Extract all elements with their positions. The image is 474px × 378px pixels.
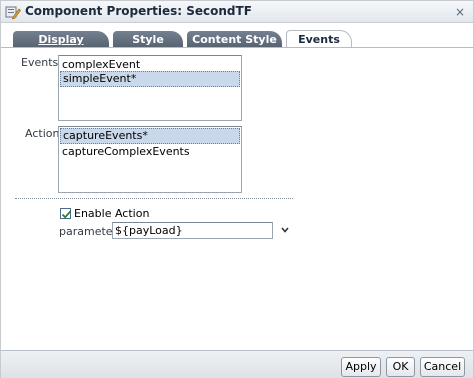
tab-divider bbox=[1, 47, 473, 48]
tab-content-style[interactable]: Content Style bbox=[187, 31, 282, 48]
list-item[interactable]: simpleEvent* bbox=[60, 71, 240, 87]
title-bar[interactable]: Component Properties: SecondTF × bbox=[1, 1, 473, 23]
checkmark-icon bbox=[61, 210, 72, 219]
tab-style[interactable]: Style bbox=[113, 31, 183, 48]
ok-button-label: OK bbox=[392, 360, 409, 373]
action-label: Action bbox=[25, 127, 60, 140]
apply-button[interactable]: Apply bbox=[341, 357, 381, 377]
tab-style-label: Style bbox=[132, 33, 164, 46]
properties-dialog: Component Properties: SecondTF × Display… bbox=[0, 0, 474, 378]
events-label: Events bbox=[21, 56, 59, 69]
enable-action-label[interactable]: Enable Action bbox=[74, 207, 149, 220]
list-item[interactable]: captureComplexEvents bbox=[60, 144, 240, 160]
tab-events[interactable]: Events bbox=[286, 30, 352, 48]
enable-action-checkbox[interactable] bbox=[60, 208, 72, 219]
parameter-input[interactable]: ${payLoad} bbox=[112, 222, 273, 239]
properties-icon bbox=[5, 4, 21, 20]
parameter-label: parameter bbox=[59, 225, 118, 238]
tab-events-label: Events bbox=[298, 33, 340, 46]
events-listbox[interactable]: complexEvent simpleEvent* bbox=[58, 55, 242, 121]
cancel-button-label: Cancel bbox=[423, 360, 462, 373]
section-divider bbox=[15, 198, 293, 199]
cancel-button[interactable]: Cancel bbox=[420, 357, 465, 377]
chevron-down-icon[interactable] bbox=[280, 225, 290, 235]
tab-content-style-label: Content Style bbox=[192, 33, 277, 46]
action-listbox[interactable]: captureEvents* captureComplexEvents bbox=[58, 126, 242, 193]
button-bar: Apply OK Cancel bbox=[1, 350, 473, 378]
close-button[interactable]: × bbox=[453, 5, 467, 19]
tab-strip: Display Options Style Content Style Even… bbox=[1, 28, 473, 63]
ok-button[interactable]: OK bbox=[386, 357, 415, 377]
dialog-title: Component Properties: SecondTF bbox=[25, 4, 252, 18]
tab-display-options[interactable]: Display Options bbox=[13, 31, 109, 63]
list-item[interactable]: captureEvents* bbox=[60, 128, 240, 144]
apply-button-label: Apply bbox=[345, 360, 377, 373]
